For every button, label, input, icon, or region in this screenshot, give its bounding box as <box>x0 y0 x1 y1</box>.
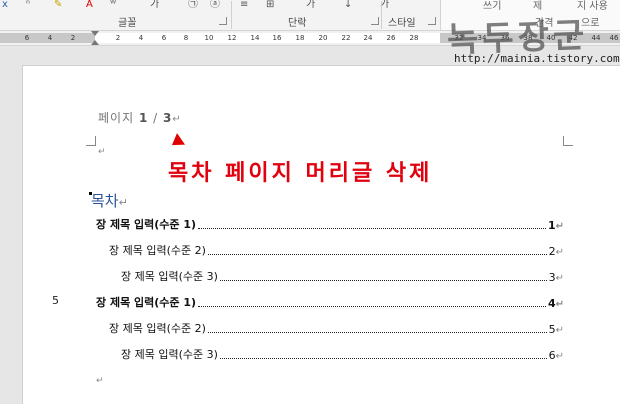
ruler-number: 18 <box>295 34 305 42</box>
toc-entry-text: 장 제목 입력(수준 3) <box>121 270 218 283</box>
ruler-number: 8 <box>183 34 189 42</box>
paragraph-mark: ↵ <box>98 147 106 157</box>
toc-entry-page: 5 <box>548 323 556 336</box>
direction-icon[interactable]: 가 <box>306 0 315 10</box>
toc-entry-page: 3 <box>548 271 556 284</box>
circled-char-icon[interactable]: ⓐ <box>210 0 220 10</box>
hanging-indent-marker[interactable] <box>91 40 99 45</box>
toc-entry-text: 장 제목 입력(수준 2) <box>109 322 206 335</box>
paragraph-mark: ↵ <box>118 196 128 209</box>
toc-entry[interactable]: 장 제목 입력(수준 2) 5 ↵ <box>109 320 564 336</box>
header-label: 페이지 <box>98 111 135 125</box>
header-page-sep: / <box>153 111 159 125</box>
paragraph-mark: ↵ <box>555 325 564 336</box>
ruler-number: 22 <box>341 34 351 42</box>
border-icon[interactable]: ⊞ <box>266 0 274 10</box>
toc-leader-dots <box>207 332 547 333</box>
annotation-arrow-icon <box>167 133 186 151</box>
paragraph-mark: ↵ <box>172 114 182 125</box>
font-dialog-launcher[interactable] <box>219 17 227 25</box>
toc-entry[interactable]: 장 제목 입력(수준 3) 6 ↵ <box>121 346 564 362</box>
styles-dialog-launcher[interactable] <box>428 17 436 25</box>
blog-watermark-url: http://mainia.tistory.com <box>454 52 620 65</box>
ribbon-group-styles: 스타일 <box>388 18 416 29</box>
paragraph-mark: ↵ <box>555 299 564 310</box>
toc-entry[interactable]: 장 제목 입력(수준 1) 4 ↵ <box>96 294 564 310</box>
ribbon-separator <box>381 1 382 29</box>
toc-leader-dots <box>219 358 547 359</box>
toc-heading-text: 목차 <box>91 192 119 210</box>
first-line-indent-marker[interactable] <box>91 31 99 36</box>
ruler-number: 20 <box>318 34 328 42</box>
page-header[interactable]: 페이지 1 / 3↵ <box>98 109 182 126</box>
toc-leader-dots <box>219 280 547 281</box>
superscript-icon[interactable]: ⁿ <box>26 0 30 10</box>
crop-mark <box>563 136 573 146</box>
ruler-number: 44 <box>591 34 601 42</box>
ruler-number: 6 <box>161 34 167 42</box>
ruler-number: 46 <box>609 34 619 42</box>
header-page-current: 1 <box>138 111 149 125</box>
toc-entry-text: 장 제목 입력(수준 2) <box>109 244 206 257</box>
paragraph-mark: ↵ <box>96 376 104 386</box>
toc-heading[interactable]: 목차↵ <box>91 190 128 211</box>
toc-entry-text: 장 제목 입력(수준 1) <box>96 218 197 231</box>
font-color-icon[interactable]: ⅹ <box>2 0 8 10</box>
ruler-number: 26 <box>386 34 396 42</box>
ruler-number: 16 <box>272 34 282 42</box>
toc-entry[interactable]: 장 제목 입력(수준 1) 1 ↵ <box>96 216 564 232</box>
paragraph-dialog-launcher[interactable] <box>371 17 379 25</box>
toc-entry-page: 2 <box>548 245 556 258</box>
char-spacing-icon[interactable]: 가 <box>150 0 159 10</box>
text-color-icon[interactable]: A <box>86 0 93 10</box>
toc-leader-dots <box>207 254 547 255</box>
ribbon-group-paragraph: 단락 <box>288 18 307 29</box>
toc-leader-dots <box>198 306 546 307</box>
paragraph-mark: ↵ <box>555 273 564 284</box>
ruler-number: 12 <box>227 34 237 42</box>
enclosed-char-icon[interactable]: ㉠ <box>188 0 198 10</box>
ribbon-group-font: 글꼴 <box>118 18 137 29</box>
toc-entry-page: 4 <box>547 297 556 310</box>
toc-entry[interactable]: 장 제목 입력(수준 2) 2 ↵ <box>109 242 564 258</box>
toc-entry[interactable]: 장 제목 입력(수준 3) 3 ↵ <box>121 268 564 284</box>
ruler-number: 10 <box>204 34 214 42</box>
char-scale-icon[interactable]: ᵂ <box>110 0 116 10</box>
align-icon[interactable]: ≡ <box>240 0 248 10</box>
ribbon-separator <box>231 1 232 29</box>
line-number: 5 <box>52 294 59 307</box>
ribbon-icon-row: ⅹ ⁿ ✎ A ᵂ 가 ㉠ ⓐ ≡ ⊞ 가 ↓ 가 <box>0 0 440 11</box>
ruler-number: 4 <box>47 34 53 42</box>
header-page-total: 3 <box>163 111 173 125</box>
toc-entry-text: 장 제목 입력(수준 3) <box>121 348 218 361</box>
document-page[interactable]: 페이지 1 / 3↵ ↵ 목차 페이지 머리글 삭제 목차↵ 장 제목 입력(수… <box>22 65 620 404</box>
ruler-number: 6 <box>24 34 30 42</box>
ruler-number: 4 <box>138 34 144 42</box>
ruler-number: 2 <box>115 34 121 42</box>
toc-entry-page: 1 <box>547 219 556 232</box>
ruler-number: 24 <box>363 34 373 42</box>
sort-icon[interactable]: ↓ <box>344 0 352 10</box>
paragraph-mark: ↵ <box>555 351 564 362</box>
highlight-icon[interactable]: ✎ <box>54 0 62 10</box>
toc-entry-text: 장 제목 입력(수준 1) <box>96 296 197 309</box>
toc-leader-dots <box>198 228 546 229</box>
ruler-number: 28 <box>409 34 419 42</box>
annotation-label: 목차 페이지 머리글 삭제 <box>168 161 433 186</box>
paragraph-mark: ↵ <box>555 221 564 232</box>
crop-mark <box>86 136 96 146</box>
ruler-number: 2 <box>70 34 76 42</box>
toc-entry-page: 6 <box>548 349 556 362</box>
ruler-number: 14 <box>250 34 260 42</box>
paragraph-mark: ↵ <box>555 247 564 258</box>
